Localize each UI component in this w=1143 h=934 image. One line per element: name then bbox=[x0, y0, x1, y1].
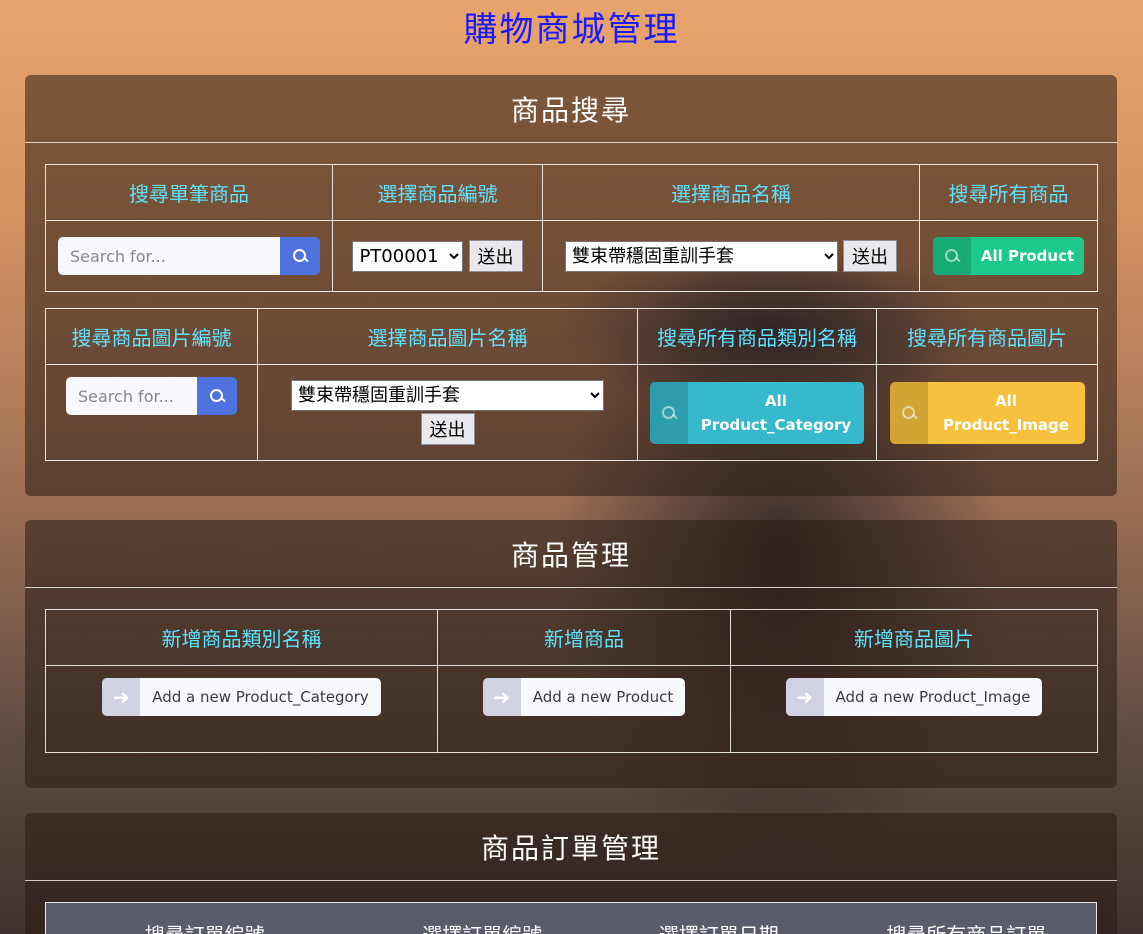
add-image-button[interactable]: ➜ Add a new Product_Image bbox=[785, 678, 1043, 716]
add-product-label: Add a new Product bbox=[532, 688, 674, 706]
all-product-button[interactable]: All Product bbox=[932, 237, 1085, 275]
header-add-product: 新增商品 bbox=[437, 609, 731, 666]
search-icon bbox=[662, 405, 676, 420]
all-category-label: All Product_Category bbox=[688, 382, 864, 444]
cell-add-image: ➜ Add a new Product_Image bbox=[730, 665, 1098, 753]
header-select-order-id: 選擇訂單編號 bbox=[363, 903, 601, 934]
header-select-order-date: 選擇訂單日期 bbox=[601, 903, 837, 934]
manage-panel: 商品管理 新增商品類別名稱 新增商品 新增商品圖片 ➜ Add a new Pr… bbox=[25, 520, 1117, 788]
header-search-single-product: 搜尋單筆商品 bbox=[45, 164, 333, 221]
cell-image-search bbox=[45, 364, 258, 461]
single-product-search-group bbox=[58, 237, 320, 275]
cell-all-images: All Product_Image bbox=[876, 364, 1098, 461]
header-search-all-products: 搜尋所有商品 bbox=[919, 164, 1098, 221]
single-product-search-button[interactable] bbox=[280, 237, 320, 275]
cell-add-category: ➜ Add a new Product_Category bbox=[45, 665, 438, 753]
search-icon bbox=[293, 249, 307, 263]
search-icon bbox=[944, 249, 959, 263]
product-name-select[interactable]: 雙束帶穩固重訓手套 bbox=[564, 240, 838, 272]
arrow-right-icon: ➜ bbox=[785, 678, 824, 716]
search-icon-wrap bbox=[889, 381, 928, 444]
image-name-submit-button[interactable]: 送出 bbox=[420, 413, 475, 445]
image-search-button[interactable] bbox=[197, 377, 237, 415]
cell-all-products: All Product bbox=[919, 220, 1098, 292]
arrow-right-icon: ➜ bbox=[482, 678, 521, 716]
search-icon bbox=[901, 405, 916, 420]
site-title: 購物商城管理 bbox=[463, 10, 680, 50]
all-image-label-line1: All bbox=[995, 391, 1017, 410]
all-image-button[interactable]: All Product_Image bbox=[889, 381, 1085, 444]
all-product-label: All Product bbox=[980, 247, 1075, 265]
search-panel: 商品搜尋 搜尋單筆商品 選擇商品編號 選擇商品名稱 搜尋所有商品 PT00001 bbox=[25, 75, 1117, 496]
product-id-submit-button[interactable]: 送出 bbox=[468, 240, 523, 272]
product-id-select[interactable]: PT00001 bbox=[352, 240, 464, 272]
header-select-product-id: 選擇商品編號 bbox=[332, 164, 543, 221]
all-category-label-line1: All bbox=[765, 391, 787, 410]
add-image-label: Add a new Product_Image bbox=[835, 688, 1031, 706]
header-search-all-images: 搜尋所有商品圖片 bbox=[876, 308, 1098, 365]
search-icon-wrap bbox=[650, 381, 688, 444]
image-search-input[interactable] bbox=[66, 377, 197, 415]
cell-product-id: PT00001 送出 bbox=[332, 220, 543, 292]
all-image-label-line2: Product_Image bbox=[943, 415, 1069, 434]
product-name-submit-button[interactable]: 送出 bbox=[843, 240, 898, 272]
order-panel-title: 商品訂單管理 bbox=[25, 813, 1117, 881]
search-icon-wrap bbox=[932, 237, 971, 275]
manage-panel-title: 商品管理 bbox=[25, 520, 1117, 588]
search-panel-title: 商品搜尋 bbox=[25, 75, 1117, 143]
header-add-image: 新增商品圖片 bbox=[730, 609, 1098, 666]
add-category-label: Add a new Product_Category bbox=[152, 688, 369, 706]
all-category-label-line2: Product_Category bbox=[700, 415, 852, 434]
add-category-button[interactable]: ➜ Add a new Product_Category bbox=[102, 678, 381, 716]
header-search-image-id: 搜尋商品圖片編號 bbox=[45, 308, 258, 365]
cell-image-name: 雙束帶穩固重訓手套 送出 bbox=[257, 364, 638, 461]
cell-single-search bbox=[45, 220, 333, 292]
manage-table: 新增商品類別名稱 新增商品 新增商品圖片 ➜ Add a new Product… bbox=[45, 609, 1098, 753]
header-search-all-orders: 搜尋所有商品訂單 bbox=[836, 903, 1096, 934]
header-search-all-categories: 搜尋所有商品類別名稱 bbox=[637, 308, 877, 365]
header-search-order-id: 搜尋訂單編號 bbox=[46, 903, 363, 934]
cell-product-name: 雙束帶穩固重訓手套 送出 bbox=[542, 220, 920, 292]
search-table-row2: 搜尋商品圖片編號 選擇商品圖片名稱 搜尋所有商品類別名稱 搜尋所有商品圖片 雙束… bbox=[45, 308, 1098, 461]
arrow-right-icon: ➜ bbox=[102, 678, 141, 716]
header-add-category: 新增商品類別名稱 bbox=[45, 609, 438, 666]
header-select-image-name: 選擇商品圖片名稱 bbox=[257, 308, 638, 365]
header-select-product-name: 選擇商品名稱 bbox=[542, 164, 920, 221]
cell-all-categories: All Product_Category bbox=[637, 364, 877, 461]
order-table-header: 搜尋訂單編號 選擇訂單編號 選擇訂單日期 搜尋所有商品訂單 bbox=[45, 902, 1097, 934]
image-name-select[interactable]: 雙束帶穩固重訓手套 bbox=[291, 380, 604, 411]
image-search-group bbox=[66, 377, 237, 415]
add-product-button[interactable]: ➜ Add a new Product bbox=[482, 678, 686, 716]
all-category-button[interactable]: All Product_Category bbox=[650, 381, 864, 444]
search-icon bbox=[210, 389, 224, 403]
search-table-row1: 搜尋單筆商品 選擇商品編號 選擇商品名稱 搜尋所有商品 PT00001 送出 bbox=[45, 164, 1098, 292]
single-product-search-input[interactable] bbox=[58, 237, 280, 275]
all-image-label: All Product_Image bbox=[928, 382, 1085, 444]
cell-add-product: ➜ Add a new Product bbox=[437, 665, 731, 753]
